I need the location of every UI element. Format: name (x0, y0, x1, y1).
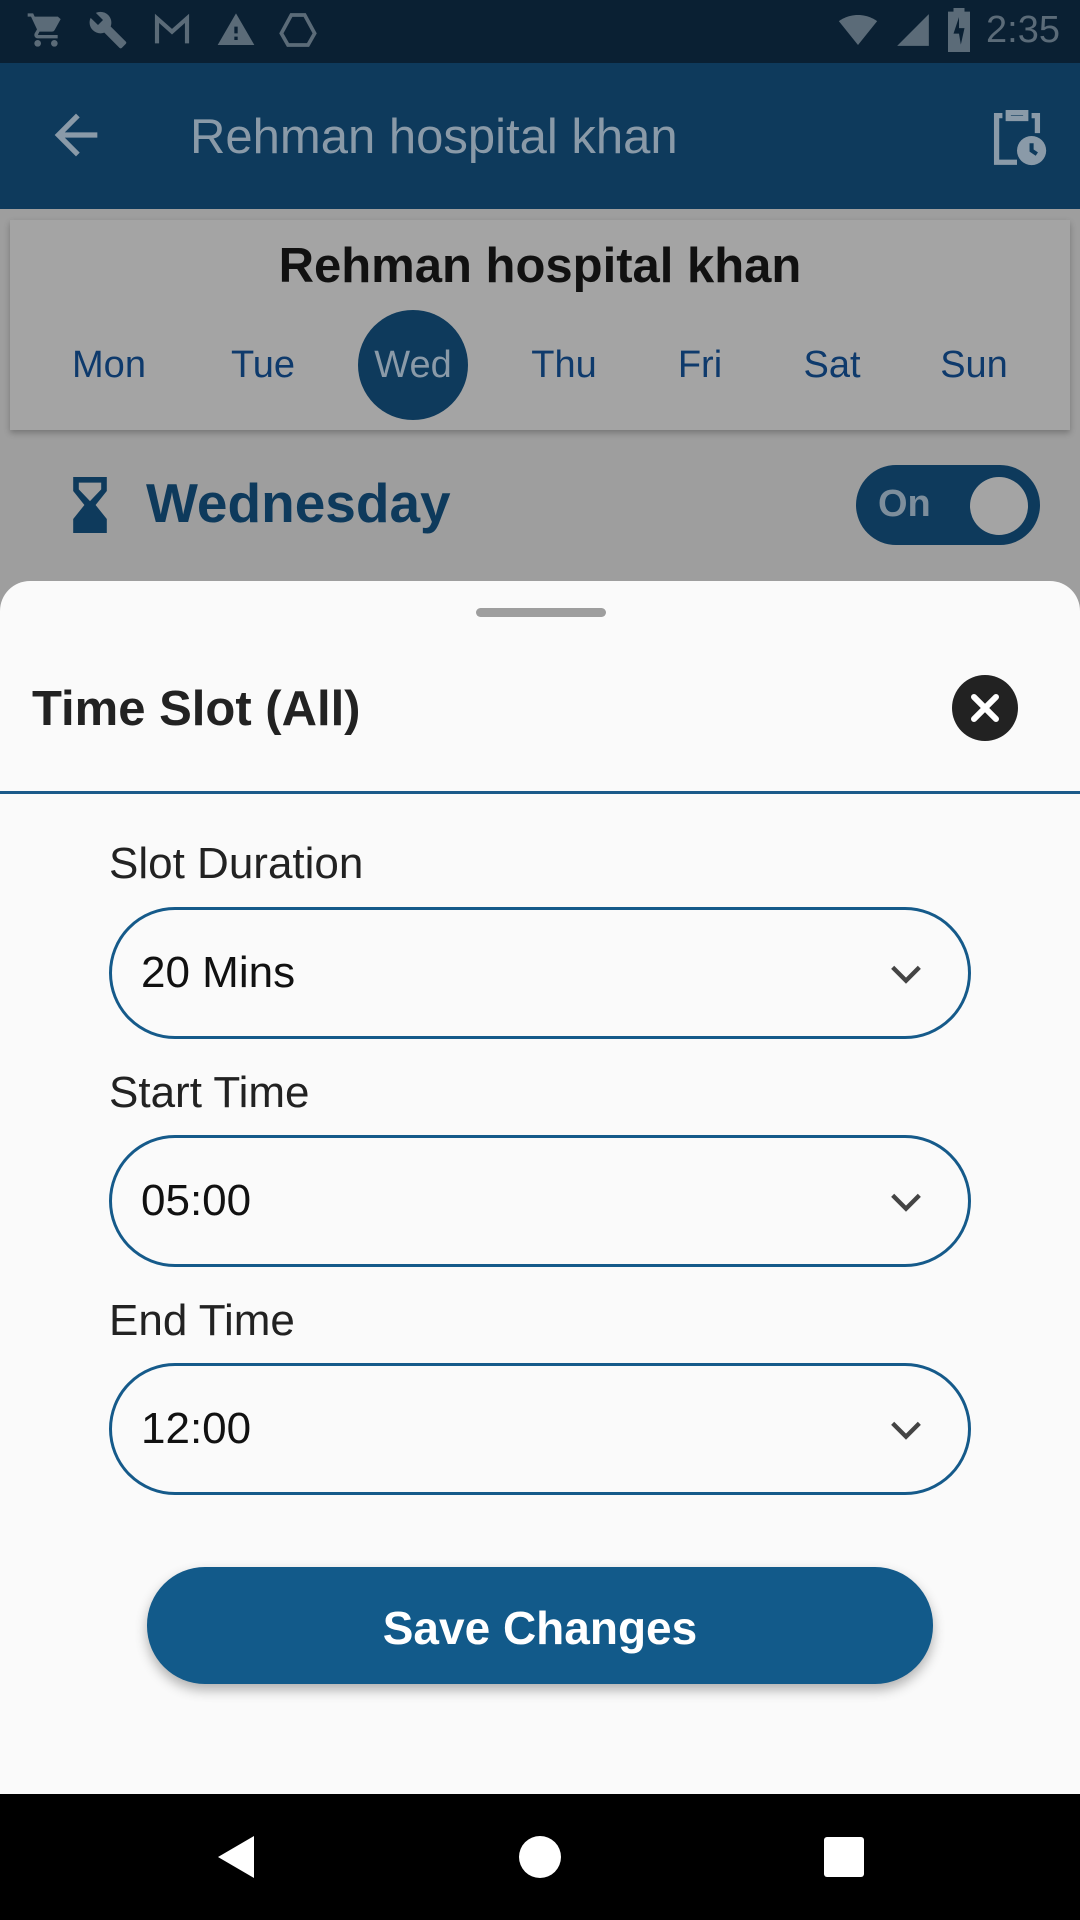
day-name: Wednesday (146, 472, 451, 534)
close-icon (971, 694, 999, 722)
app-bar-title: Rehman hospital khan (190, 110, 678, 164)
sheet-divider (0, 791, 1080, 794)
day-tue[interactable]: Tue (208, 310, 318, 420)
chevron-down-icon (891, 1193, 921, 1212)
day-wed[interactable]: Wed (358, 310, 468, 420)
day-toggle[interactable]: On (856, 465, 1040, 545)
signal-icon (897, 14, 929, 46)
arrow-back-icon[interactable] (44, 103, 108, 167)
warning-icon (217, 13, 255, 46)
cart-icon (27, 13, 61, 47)
day-thu[interactable]: Thu (509, 310, 619, 420)
drag-handle[interactable] (476, 608, 606, 617)
drive-icon (279, 13, 317, 47)
schedule-card: Rehman hospital khan Mon Tue Wed Thu Fri… (10, 220, 1070, 430)
chevron-down-icon (891, 965, 921, 984)
day-selector: Mon Tue Wed Thu Fri Sat Sun (10, 310, 1070, 420)
end-time-dropdown[interactable]: 12:00 (109, 1363, 971, 1495)
app-bar: Rehman hospital khan (0, 63, 1080, 209)
clipboard-clock-icon[interactable] (982, 101, 1052, 171)
status-bar: 2:35 (0, 0, 1080, 63)
day-mon[interactable]: Mon (54, 310, 164, 420)
save-changes-label: Save Changes (382, 1602, 698, 1654)
chevron-down-icon (891, 1421, 921, 1440)
end-time-value: 12:00 (141, 1404, 252, 1453)
day-fri[interactable]: Fri (645, 310, 755, 420)
slot-duration-dropdown[interactable]: 20 Mins (109, 907, 971, 1039)
battery-icon (948, 8, 971, 52)
close-button[interactable] (952, 675, 1018, 741)
toggle-knob (970, 477, 1028, 535)
day-row: Wednesday On (60, 465, 1040, 545)
nav-recents-icon[interactable] (822, 1834, 866, 1880)
start-time-label: Start Time (109, 1068, 310, 1117)
toggle-label: On (878, 483, 931, 525)
hospital-name: Rehman hospital khan (278, 239, 802, 293)
slot-duration-value: 20 Mins (141, 948, 296, 997)
end-time-label: End Time (109, 1296, 295, 1345)
day-sat[interactable]: Sat (777, 310, 887, 420)
start-time-value: 05:00 (141, 1176, 252, 1225)
nav-home-icon[interactable] (518, 1834, 562, 1880)
time-slot-sheet: Time Slot (All) Slot Duration 20 Mins St… (0, 581, 1080, 1794)
day-sun[interactable]: Sun (919, 310, 1029, 420)
start-time-dropdown[interactable]: 05:00 (109, 1135, 971, 1267)
hourglass-icon (73, 477, 107, 533)
wifi-icon (838, 15, 878, 45)
wrench-icon (89, 11, 127, 49)
slot-duration-label: Slot Duration (109, 839, 364, 888)
gmail-icon (154, 13, 190, 44)
system-nav-bar (0, 1794, 1080, 1920)
status-time: 2:35 (986, 8, 1060, 51)
save-changes-button[interactable]: Save Changes (147, 1567, 933, 1684)
nav-back-icon[interactable] (214, 1834, 258, 1880)
sheet-title: Time Slot (All) (32, 682, 361, 736)
